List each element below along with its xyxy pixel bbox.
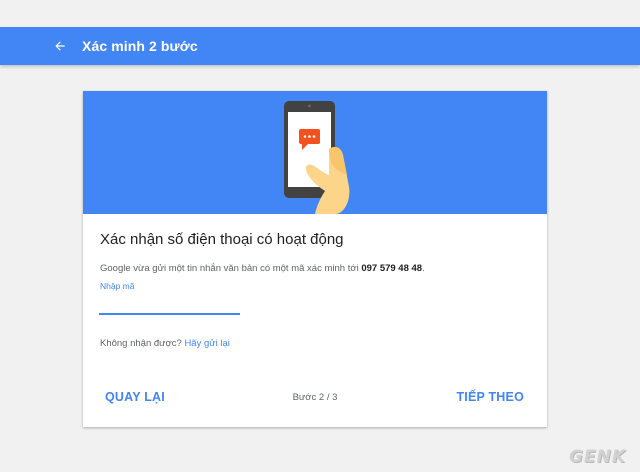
description-text: Google vừa gửi một tin nhắn văn bản có m…	[100, 263, 362, 274]
resend-link[interactable]: Hãy gửi lại	[184, 338, 229, 349]
genk-watermark: GENK	[569, 447, 626, 467]
back-step-button[interactable]: QUAY LẠI	[105, 390, 165, 404]
description-suffix: .	[422, 263, 425, 274]
resend-row: Không nhận được? Hãy gửi lại	[100, 338, 230, 349]
sms-description: Google vừa gửi một tin nhắn văn bản có m…	[100, 263, 425, 274]
next-step-button[interactable]: TIẾP THEO	[456, 390, 524, 404]
card-heading: Xác nhận số điện thoại có hoạt động	[100, 231, 344, 248]
code-field-label: Nhập mã	[100, 281, 135, 291]
verification-card: Xác nhận số điện thoại có hoạt động Goog…	[83, 91, 547, 427]
page-title: Xác minh 2 bước	[82, 38, 198, 54]
arrow-back-icon	[55, 41, 65, 51]
phone-in-hand-illustration	[284, 101, 350, 214]
app-bar: Xác minh 2 bước	[0, 27, 640, 65]
step-indicator: Bước 2 / 3	[292, 392, 338, 403]
back-button[interactable]	[49, 35, 71, 57]
top-strip	[0, 0, 640, 27]
phone-camera	[308, 104, 311, 108]
resend-prompt: Không nhận được?	[100, 338, 182, 349]
hero-banner	[83, 91, 547, 214]
verification-code-input[interactable]	[99, 293, 240, 315]
phone-number: 097 579 48 48	[361, 263, 423, 274]
